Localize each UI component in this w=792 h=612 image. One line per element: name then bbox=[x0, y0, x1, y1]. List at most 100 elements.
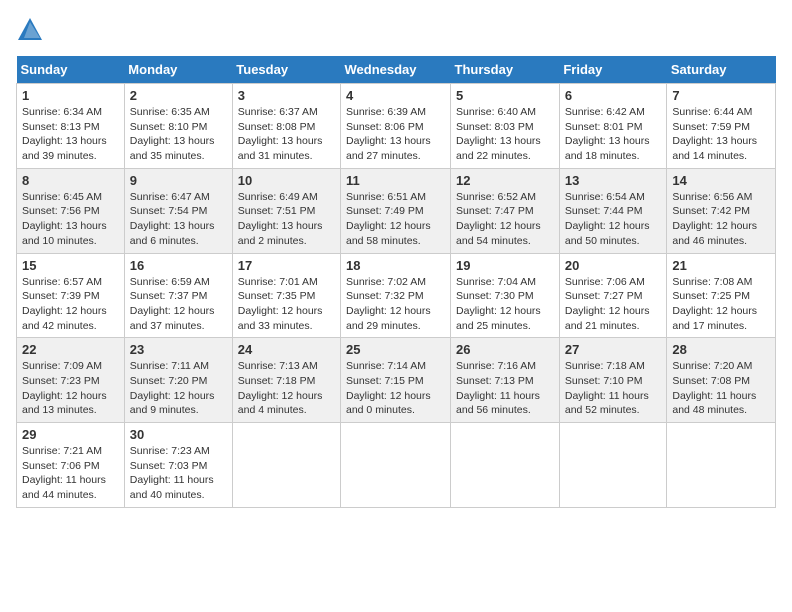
calendar-cell: 7 Sunrise: 6:44 AMSunset: 7:59 PMDaylight… bbox=[667, 84, 776, 169]
day-number: 26 bbox=[456, 342, 554, 357]
day-number: 25 bbox=[346, 342, 445, 357]
day-info: Sunrise: 7:13 AMSunset: 7:18 PMDaylight:… bbox=[238, 359, 335, 418]
weekday-header: Wednesday bbox=[341, 56, 451, 84]
day-number: 20 bbox=[565, 258, 662, 273]
day-number: 18 bbox=[346, 258, 445, 273]
day-number: 17 bbox=[238, 258, 335, 273]
calendar-cell: 8 Sunrise: 6:45 AMSunset: 7:56 PMDaylight… bbox=[17, 168, 125, 253]
calendar-cell: 1 Sunrise: 6:34 AMSunset: 8:13 PMDaylight… bbox=[17, 84, 125, 169]
calendar-cell: 27Sunrise: 7:18 AMSunset: 7:10 PMDayligh… bbox=[559, 338, 667, 423]
day-number: 2 bbox=[130, 88, 227, 103]
day-number: 28 bbox=[672, 342, 770, 357]
calendar-week-row: 22Sunrise: 7:09 AMSunset: 7:23 PMDayligh… bbox=[17, 338, 776, 423]
day-number: 12 bbox=[456, 173, 554, 188]
day-info: Sunrise: 6:45 AMSunset: 7:56 PMDaylight:… bbox=[22, 190, 119, 249]
day-info: Sunrise: 7:16 AMSunset: 7:13 PMDaylight:… bbox=[456, 359, 554, 418]
day-number: 14 bbox=[672, 173, 770, 188]
weekday-header: Friday bbox=[559, 56, 667, 84]
calendar-cell: 2 Sunrise: 6:35 AMSunset: 8:10 PMDaylight… bbox=[124, 84, 232, 169]
day-info: Sunrise: 6:52 AMSunset: 7:47 PMDaylight:… bbox=[456, 190, 554, 249]
day-info: Sunrise: 7:04 AMSunset: 7:30 PMDaylight:… bbox=[456, 275, 554, 334]
calendar-cell: 18 Sunrise: 7:02 AMSunset: 7:32 PMDayligh… bbox=[341, 253, 451, 338]
day-number: 8 bbox=[22, 173, 119, 188]
calendar-cell: 3Sunrise: 6:37 AMSunset: 8:08 PMDaylight… bbox=[232, 84, 340, 169]
day-number: 19 bbox=[456, 258, 554, 273]
calendar-week-row: 8 Sunrise: 6:45 AMSunset: 7:56 PMDaylight… bbox=[17, 168, 776, 253]
page-header bbox=[16, 16, 776, 44]
day-number: 24 bbox=[238, 342, 335, 357]
calendar-week-row: 1 Sunrise: 6:34 AMSunset: 8:13 PMDaylight… bbox=[17, 84, 776, 169]
calendar-cell bbox=[667, 423, 776, 508]
day-number: 5 bbox=[456, 88, 554, 103]
day-number: 22 bbox=[22, 342, 119, 357]
calendar-cell: 24 Sunrise: 7:13 AMSunset: 7:18 PMDayligh… bbox=[232, 338, 340, 423]
calendar-cell: 15 Sunrise: 6:57 AMSunset: 7:39 PMDayligh… bbox=[17, 253, 125, 338]
header-row: SundayMondayTuesdayWednesdayThursdayFrid… bbox=[17, 56, 776, 84]
day-info: Sunrise: 7:14 AMSunset: 7:15 PMDaylight:… bbox=[346, 359, 445, 418]
day-info: Sunrise: 7:20 AMSunset: 7:08 PMDaylight:… bbox=[672, 359, 770, 418]
calendar-week-row: 15 Sunrise: 6:57 AMSunset: 7:39 PMDayligh… bbox=[17, 253, 776, 338]
day-number: 15 bbox=[22, 258, 119, 273]
calendar-cell: 26 Sunrise: 7:16 AMSunset: 7:13 PMDayligh… bbox=[451, 338, 560, 423]
day-info: Sunrise: 6:39 AMSunset: 8:06 PMDaylight:… bbox=[346, 105, 445, 164]
logo bbox=[16, 16, 48, 44]
calendar-cell: 28 Sunrise: 7:20 AMSunset: 7:08 PMDayligh… bbox=[667, 338, 776, 423]
day-info: Sunrise: 6:57 AMSunset: 7:39 PMDaylight:… bbox=[22, 275, 119, 334]
day-info: Sunrise: 6:56 AMSunset: 7:42 PMDaylight:… bbox=[672, 190, 770, 249]
calendar-cell: 19 Sunrise: 7:04 AMSunset: 7:30 PMDayligh… bbox=[451, 253, 560, 338]
logo-icon bbox=[16, 16, 44, 44]
day-info: Sunrise: 6:42 AMSunset: 8:01 PMDaylight:… bbox=[565, 105, 662, 164]
day-info: Sunrise: 7:08 AMSunset: 7:25 PMDaylight:… bbox=[672, 275, 770, 334]
calendar-cell bbox=[232, 423, 340, 508]
day-info: Sunrise: 6:44 AMSunset: 7:59 PMDaylight:… bbox=[672, 105, 770, 164]
day-info: Sunrise: 6:47 AMSunset: 7:54 PMDaylight:… bbox=[130, 190, 227, 249]
calendar-cell: 29Sunrise: 7:21 AMSunset: 7:06 PMDayligh… bbox=[17, 423, 125, 508]
weekday-header: Monday bbox=[124, 56, 232, 84]
day-info: Sunrise: 7:01 AMSunset: 7:35 PMDaylight:… bbox=[238, 275, 335, 334]
weekday-header: Sunday bbox=[17, 56, 125, 84]
calendar-cell: 5 Sunrise: 6:40 AMSunset: 8:03 PMDaylight… bbox=[451, 84, 560, 169]
day-number: 30 bbox=[130, 427, 227, 442]
day-info: Sunrise: 6:34 AMSunset: 8:13 PMDaylight:… bbox=[22, 105, 119, 164]
day-info: Sunrise: 7:11 AMSunset: 7:20 PMDaylight:… bbox=[130, 359, 227, 418]
day-number: 11 bbox=[346, 173, 445, 188]
day-number: 6 bbox=[565, 88, 662, 103]
calendar-cell: 21 Sunrise: 7:08 AMSunset: 7:25 PMDayligh… bbox=[667, 253, 776, 338]
calendar-cell: 4 Sunrise: 6:39 AMSunset: 8:06 PMDaylight… bbox=[341, 84, 451, 169]
day-number: 16 bbox=[130, 258, 227, 273]
day-number: 7 bbox=[672, 88, 770, 103]
day-number: 10 bbox=[238, 173, 335, 188]
calendar-cell: 13 Sunrise: 6:54 AMSunset: 7:44 PMDayligh… bbox=[559, 168, 667, 253]
day-number: 29 bbox=[22, 427, 119, 442]
calendar-cell: 12 Sunrise: 6:52 AMSunset: 7:47 PMDayligh… bbox=[451, 168, 560, 253]
calendar-cell: 10 Sunrise: 6:49 AMSunset: 7:51 PMDayligh… bbox=[232, 168, 340, 253]
calendar-cell bbox=[341, 423, 451, 508]
day-number: 9 bbox=[130, 173, 227, 188]
day-info: Sunrise: 6:51 AMSunset: 7:49 PMDaylight:… bbox=[346, 190, 445, 249]
calendar-cell: 20 Sunrise: 7:06 AMSunset: 7:27 PMDayligh… bbox=[559, 253, 667, 338]
calendar-cell: 16 Sunrise: 6:59 AMSunset: 7:37 PMDayligh… bbox=[124, 253, 232, 338]
day-info: Sunrise: 6:59 AMSunset: 7:37 PMDaylight:… bbox=[130, 275, 227, 334]
day-number: 4 bbox=[346, 88, 445, 103]
day-number: 21 bbox=[672, 258, 770, 273]
day-info: Sunrise: 6:49 AMSunset: 7:51 PMDaylight:… bbox=[238, 190, 335, 249]
day-info: Sunrise: 7:02 AMSunset: 7:32 PMDaylight:… bbox=[346, 275, 445, 334]
day-info: Sunrise: 6:54 AMSunset: 7:44 PMDaylight:… bbox=[565, 190, 662, 249]
calendar-cell bbox=[559, 423, 667, 508]
day-number: 1 bbox=[22, 88, 119, 103]
calendar-cell bbox=[451, 423, 560, 508]
day-info: Sunrise: 6:35 AMSunset: 8:10 PMDaylight:… bbox=[130, 105, 227, 164]
calendar-cell: 6 Sunrise: 6:42 AMSunset: 8:01 PMDaylight… bbox=[559, 84, 667, 169]
day-info: Sunrise: 7:06 AMSunset: 7:27 PMDaylight:… bbox=[565, 275, 662, 334]
day-info: Sunrise: 6:40 AMSunset: 8:03 PMDaylight:… bbox=[456, 105, 554, 164]
weekday-header: Tuesday bbox=[232, 56, 340, 84]
calendar-cell: 23 Sunrise: 7:11 AMSunset: 7:20 PMDayligh… bbox=[124, 338, 232, 423]
calendar-cell: 9 Sunrise: 6:47 AMSunset: 7:54 PMDaylight… bbox=[124, 168, 232, 253]
weekday-header: Thursday bbox=[451, 56, 560, 84]
day-info: Sunrise: 7:23 AMSunset: 7:03 PMDaylight:… bbox=[130, 444, 227, 503]
day-info: Sunrise: 6:37 AMSunset: 8:08 PMDaylight:… bbox=[238, 105, 335, 164]
calendar-cell: 30 Sunrise: 7:23 AMSunset: 7:03 PMDayligh… bbox=[124, 423, 232, 508]
day-number: 13 bbox=[565, 173, 662, 188]
day-number: 27 bbox=[565, 342, 662, 357]
day-number: 23 bbox=[130, 342, 227, 357]
